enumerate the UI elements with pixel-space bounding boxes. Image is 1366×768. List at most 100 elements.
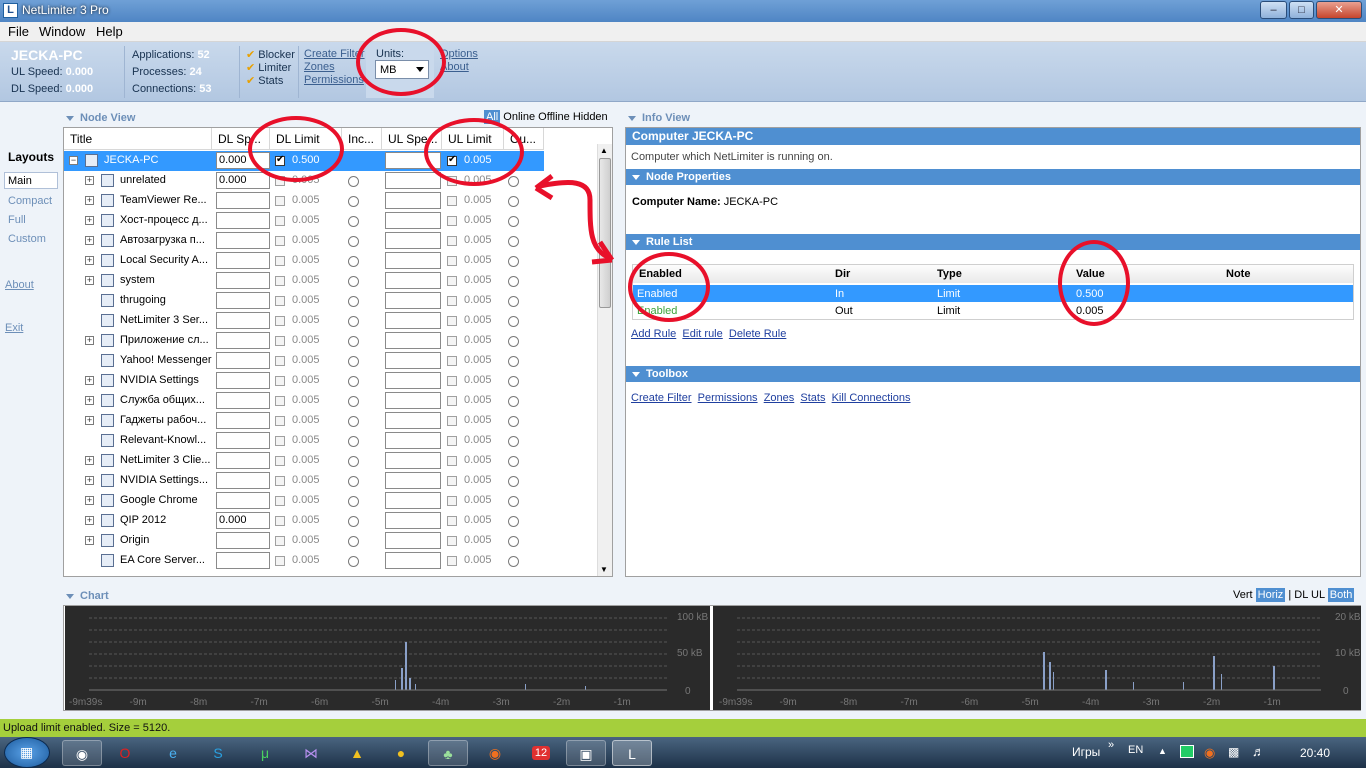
dl-limit-checkbox[interactable] — [275, 496, 285, 506]
ul-limit-checkbox[interactable] — [447, 396, 457, 406]
incoming-radio[interactable] — [348, 256, 359, 267]
filter-hidden[interactable]: Hidden — [573, 111, 608, 123]
dl-speed-field[interactable] — [216, 432, 270, 449]
outgoing-radio[interactable] — [508, 196, 519, 207]
ul-limit-checkbox[interactable] — [447, 436, 457, 446]
ul-limit-value[interactable]: 0.005 — [464, 194, 492, 206]
dl-limit-value[interactable]: 0.005 — [292, 234, 320, 246]
expand-toggle-icon[interactable]: + — [85, 336, 94, 345]
dl-limit-checkbox[interactable] — [275, 556, 285, 566]
incoming-radio[interactable] — [348, 496, 359, 507]
dl-limit-checkbox[interactable] — [275, 196, 285, 206]
zones-link[interactable]: Zones — [304, 61, 335, 73]
table-row[interactable]: + Хост-процесс д... 0.005 0.005 — [64, 211, 544, 231]
expand-toggle-icon[interactable]: + — [85, 236, 94, 245]
dl-speed-field[interactable] — [216, 492, 270, 509]
ul-limit-value[interactable]: 0.005 — [464, 474, 492, 486]
nodeview-header[interactable]: Node View — [66, 112, 135, 126]
chart-both[interactable]: Both — [1327, 588, 1355, 602]
dl-limit-checkbox[interactable] — [275, 536, 285, 546]
table-row[interactable]: + Local Security A... 0.005 0.005 — [64, 251, 544, 271]
ul-limit-checkbox[interactable] — [447, 316, 457, 326]
table-row[interactable]: −JECKA-PC0.0000.5000.005 — [64, 151, 544, 171]
outgoing-radio[interactable] — [508, 556, 519, 567]
toolbox-bar[interactable]: Toolbox — [626, 366, 1360, 382]
outgoing-radio[interactable] — [508, 456, 519, 467]
table-row[interactable]: + unrelated 0.000 0.005 0.005 — [64, 171, 544, 191]
col-incoming[interactable]: Inc... — [342, 128, 382, 150]
ul-limit-checkbox[interactable] — [447, 296, 457, 306]
ul-speed-field[interactable] — [385, 432, 441, 449]
dl-speed-field[interactable] — [216, 352, 270, 369]
outgoing-radio[interactable] — [508, 276, 519, 287]
dl-limit-value[interactable]: 0.005 — [292, 374, 320, 386]
ul-limit-value[interactable]: 0.005 — [464, 374, 492, 386]
dl-speed-field[interactable] — [216, 532, 270, 549]
outgoing-radio[interactable] — [508, 396, 519, 407]
ul-speed-field[interactable] — [385, 192, 441, 209]
ul-speed-field[interactable] — [385, 512, 441, 529]
ul-speed-field[interactable] — [385, 332, 441, 349]
dl-limit-value[interactable]: 0.005 — [292, 474, 320, 486]
dl-limit-checkbox[interactable] — [275, 456, 285, 466]
ul-speed-field[interactable] — [385, 232, 441, 249]
ul-limit-value[interactable]: 0.005 — [464, 454, 492, 466]
layout-custom[interactable]: Custom — [8, 233, 46, 245]
menu-file[interactable]: File — [8, 24, 29, 39]
table-row[interactable]: + system 0.005 0.005 — [64, 271, 544, 291]
ul-speed-field[interactable] — [385, 392, 441, 409]
ul-limit-checkbox[interactable] — [447, 376, 457, 386]
expand-toggle-icon[interactable]: + — [85, 536, 94, 545]
clock[interactable]: 20:40 — [1300, 746, 1330, 760]
dl-limit-value[interactable]: 0.005 — [292, 414, 320, 426]
dl-limit-value[interactable]: 0.005 — [292, 454, 320, 466]
incoming-radio[interactable] — [348, 276, 359, 287]
scroll-up-icon[interactable]: ▲ — [600, 146, 608, 155]
outgoing-radio[interactable] — [508, 416, 519, 427]
table-row[interactable]: + NetLimiter 3 Clie... 0.005 0.005 — [64, 451, 544, 471]
dl-limit-value[interactable]: 0.005 — [292, 334, 320, 346]
incoming-radio[interactable] — [348, 396, 359, 407]
dl-limit-value[interactable]: 0.005 — [292, 514, 320, 526]
ul-limit-checkbox[interactable] — [447, 276, 457, 286]
speaker-icon[interactable]: ♬ — [1252, 744, 1265, 759]
outgoing-radio[interactable] — [508, 376, 519, 387]
table-row[interactable]: NetLimiter 3 Ser... 0.005 0.005 — [64, 311, 544, 331]
table-row[interactable]: + Google Chrome 0.005 0.005 — [64, 491, 544, 511]
badge-icon[interactable]: 12 — [526, 740, 556, 766]
menu-help[interactable]: Help — [96, 24, 123, 39]
units-select[interactable]: MB — [375, 60, 429, 79]
infoview-header[interactable]: Info View — [628, 112, 690, 126]
table-row[interactable]: + QIP 2012 0.000 0.005 0.005 — [64, 511, 544, 531]
dl-speed-field[interactable]: 0.000 — [216, 512, 270, 529]
ul-limit-value[interactable]: 0.005 — [464, 334, 492, 346]
expand-toggle-icon[interactable]: + — [85, 396, 94, 405]
dl-speed-field[interactable] — [216, 272, 270, 289]
stats-check[interactable]: ✔ Stats — [246, 74, 283, 87]
signal-icon[interactable]: ▩ — [1228, 745, 1239, 759]
ul-limit-value[interactable]: 0.005 — [464, 254, 492, 266]
limiter-check[interactable]: ✔ Limiter — [246, 61, 291, 74]
expand-toggle-icon[interactable]: + — [85, 196, 94, 205]
about-link[interactable]: About — [440, 61, 469, 73]
tray-netlimiter-icon[interactable] — [1180, 745, 1194, 758]
language-indicator[interactable]: EN — [1128, 744, 1143, 756]
outgoing-radio[interactable] — [508, 516, 519, 527]
expand-toggle-icon[interactable]: + — [85, 516, 94, 525]
outgoing-radio[interactable] — [508, 316, 519, 327]
window-icon[interactable]: ▣ — [566, 740, 606, 766]
dl-limit-value[interactable]: 0.005 — [292, 174, 320, 186]
ul-limit-checkbox[interactable] — [447, 416, 457, 426]
qip-icon[interactable]: ● — [386, 740, 416, 766]
ul-limit-checkbox[interactable] — [447, 196, 457, 206]
options-link[interactable]: Options — [440, 48, 478, 60]
dl-speed-field[interactable] — [216, 312, 270, 329]
exit-link[interactable]: Exit — [5, 322, 23, 334]
ul-speed-field[interactable] — [385, 152, 441, 169]
ul-limit-value[interactable]: 0.005 — [464, 174, 492, 186]
dl-speed-field[interactable]: 0.000 — [216, 172, 270, 189]
dl-limit-value[interactable]: 0.005 — [292, 554, 320, 566]
dl-limit-value[interactable]: 0.005 — [292, 254, 320, 266]
opera-icon[interactable]: O — [110, 740, 140, 766]
incoming-radio[interactable] — [348, 456, 359, 467]
